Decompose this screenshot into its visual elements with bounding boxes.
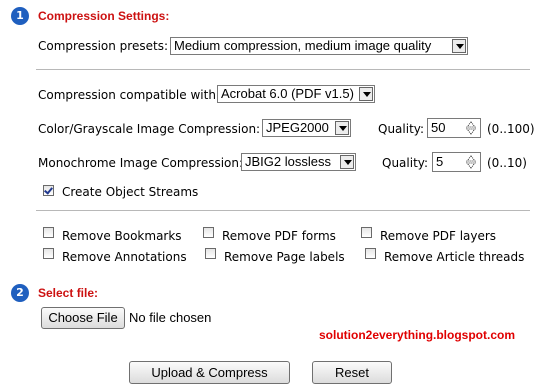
- remove-annotations-label: Remove Annotations: [62, 250, 187, 264]
- reset-button[interactable]: Reset: [312, 361, 392, 384]
- remove-bookmarks-label: Remove Bookmarks: [62, 229, 182, 243]
- chevron-down-icon: [340, 155, 354, 169]
- step-1-badge: 1: [11, 7, 29, 25]
- remove-pdf-layers-label: Remove PDF layers: [380, 229, 497, 243]
- mono-quality-stepper[interactable]: 5: [432, 152, 481, 172]
- remove-pdf-forms-label: Remove PDF forms: [222, 229, 336, 243]
- remove-article-threads-checkbox[interactable]: [365, 248, 376, 259]
- chevron-down-icon: [335, 121, 349, 135]
- color-quality-label: Quality:: [378, 122, 425, 136]
- color-compression-label: Color/Grayscale Image Compression:: [38, 122, 261, 136]
- watermark-text: solution2everything.blogspot.com: [319, 328, 516, 342]
- mono-quality-value: 5: [436, 154, 444, 169]
- mono-compression-value: JBIG2 lossless: [245, 154, 331, 169]
- compat-label: Compression compatible with:: [38, 88, 220, 102]
- remove-page-labels-label: Remove Page labels: [224, 250, 345, 264]
- remove-bookmarks-checkbox[interactable]: [43, 227, 54, 238]
- color-quality-stepper[interactable]: 50: [427, 118, 481, 138]
- color-quality-range: (0..100): [487, 122, 535, 136]
- remove-annotations-checkbox[interactable]: [43, 248, 54, 259]
- remove-page-labels-checkbox[interactable]: [205, 248, 216, 259]
- chevron-down-icon: [452, 39, 466, 53]
- spinner-icon[interactable]: [464, 121, 478, 135]
- divider: [36, 210, 530, 211]
- compression-settings-title: Compression Settings:: [38, 9, 170, 23]
- compat-select[interactable]: Acrobat 6.0 (PDF v1.5): [217, 85, 375, 103]
- remove-article-threads-label: Remove Article threads: [384, 250, 525, 264]
- object-streams-checkbox[interactable]: [43, 185, 54, 196]
- mono-compression-select[interactable]: JBIG2 lossless: [241, 153, 356, 171]
- color-quality-value: 50: [431, 120, 446, 135]
- choose-file-button[interactable]: Choose File: [41, 307, 125, 329]
- step-2-badge: 2: [11, 284, 29, 302]
- mono-quality-range: (0..10): [487, 156, 527, 170]
- presets-select-value: Medium compression, medium image quality: [174, 38, 432, 53]
- remove-pdf-forms-checkbox[interactable]: [203, 227, 214, 238]
- mono-compression-label: Monochrome Image Compression:: [38, 156, 244, 170]
- mono-quality-label: Quality:: [382, 156, 429, 170]
- file-status: No file chosen: [129, 310, 212, 325]
- color-compression-select[interactable]: JPEG2000: [262, 119, 351, 137]
- chevron-down-icon: [359, 87, 373, 101]
- remove-pdf-layers-checkbox[interactable]: [361, 227, 372, 238]
- object-streams-label: Create Object Streams: [62, 185, 199, 199]
- color-compression-value: JPEG2000: [266, 120, 329, 135]
- spinner-icon[interactable]: [464, 155, 478, 169]
- upload-compress-button[interactable]: Upload & Compress: [129, 361, 290, 384]
- compat-select-value: Acrobat 6.0 (PDF v1.5): [221, 86, 354, 101]
- presets-label: Compression presets:: [38, 39, 168, 53]
- select-file-title: Select file:: [38, 286, 99, 300]
- divider: [36, 69, 530, 70]
- presets-select[interactable]: Medium compression, medium image quality: [170, 37, 468, 55]
